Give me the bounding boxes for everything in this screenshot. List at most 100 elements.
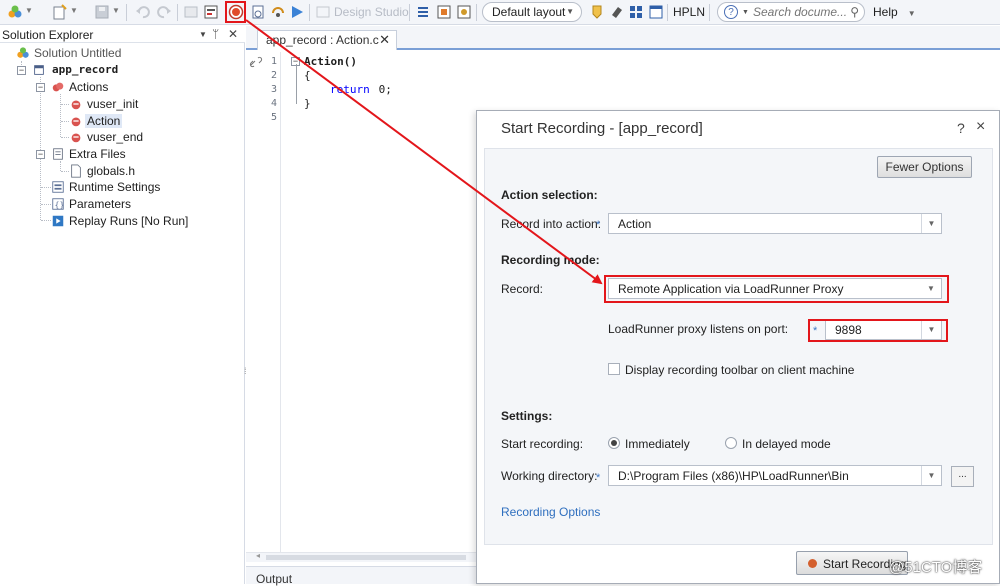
script-icon (34, 65, 44, 75)
svg-text:{}: {} (55, 201, 65, 210)
design-studio-icon[interactable] (315, 4, 331, 20)
line-number: 1 (271, 56, 278, 67)
field-label: Working directory: (501, 469, 598, 483)
scrollbar-thumb[interactable] (266, 555, 466, 560)
tree-item-label: Runtime Settings (69, 180, 161, 194)
tree-item-actions-folder[interactable]: − Actions (0, 79, 245, 96)
save-icon[interactable] (94, 4, 110, 20)
checkbox-label: Display recording toolbar on client mach… (625, 363, 855, 377)
close-icon[interactable]: × (976, 118, 985, 136)
runtime-data-icon[interactable] (456, 4, 472, 20)
action-icon (71, 133, 81, 143)
toolbar-separator (709, 4, 710, 21)
new-script-dropdown-icon[interactable]: ▼ (70, 6, 78, 15)
chevron-down-icon: ▼ (907, 9, 916, 18)
section-heading: Recording mode: (501, 253, 600, 267)
replay-icon[interactable] (289, 4, 305, 20)
code-keyword: return (330, 83, 370, 96)
scroll-left-icon[interactable]: ◂ (256, 551, 260, 560)
tree-item-label: Actions (69, 80, 109, 94)
browse-button[interactable]: ... (951, 466, 974, 487)
parameters-icon: {} (52, 198, 65, 210)
pin-icon[interactable]: ᛘ (212, 27, 219, 41)
display-toolbar-checkbox[interactable] (608, 363, 620, 375)
settings-icon (52, 181, 64, 193)
proxy-port-highlight (808, 319, 948, 342)
tree-item-action[interactable]: vuser_init (0, 96, 245, 113)
new-script-icon[interactable] (52, 4, 68, 20)
code-editor[interactable]: 1 2 3 4 5 − Action() { return 0; } (246, 52, 476, 552)
save-dropdown-icon[interactable]: ▼ (112, 6, 120, 15)
action-icon (71, 100, 81, 110)
tree-item-replay-runs[interactable]: Replay Runs [No Run] (0, 213, 245, 230)
chevron-down-icon[interactable]: ▼ (921, 466, 941, 485)
replay-runs-icon (52, 215, 64, 227)
steps-list-icon[interactable] (415, 4, 431, 20)
snapshot-icon[interactable] (436, 4, 452, 20)
eraser-icon[interactable] (609, 4, 625, 20)
working-directory-select[interactable]: D:\Program Files (x86)\HP\LoadRunner\Bin… (608, 465, 942, 486)
close-icon[interactable]: ✕ (228, 27, 238, 41)
code-line: Action() (304, 55, 357, 68)
tree-item-label: globals.h (87, 164, 136, 178)
dialog-title: Start Recording - [app_record] (501, 120, 703, 137)
radio-label: In delayed mode (742, 437, 831, 451)
help-icon[interactable]: ? (957, 120, 965, 136)
select-value: D:\Program Files (x86)\HP\LoadRunner\Bin (618, 469, 849, 483)
delayed-mode-radio[interactable] (725, 437, 737, 449)
horizontal-scrollbar[interactable]: ◂ (246, 551, 476, 562)
code-line: 0; (372, 83, 392, 96)
search-input[interactable] (753, 5, 847, 19)
chevron-down-icon[interactable]: ▼ (921, 214, 941, 233)
toolbar-separator (667, 4, 668, 21)
record-into-action-select[interactable]: Action ▼ (608, 213, 942, 234)
panel-menu-icon[interactable]: ▼ (199, 30, 207, 39)
tree-item-solution[interactable]: Solution Untitled (0, 45, 245, 62)
solution-icon (17, 47, 29, 58)
output-panel-bar[interactable]: Output (246, 566, 476, 586)
editor-tab[interactable]: app_record : Action.c ✕ (257, 30, 397, 50)
tree-item-file[interactable]: globals.h (0, 163, 245, 180)
tree-item-runtime-settings[interactable]: Runtime Settings (0, 179, 245, 196)
redo-icon[interactable] (156, 4, 172, 20)
new-solution-icon[interactable] (7, 4, 23, 20)
record-mode-highlight (604, 275, 949, 303)
new-solution-dropdown-icon[interactable]: ▼ (25, 6, 33, 15)
tree-item-script[interactable]: − app_record (0, 62, 245, 79)
badge-icon[interactable] (589, 4, 605, 20)
design-studio-button[interactable]: Design Studio (334, 5, 409, 19)
help-menu-label: Help (873, 5, 898, 19)
actions-folder-icon (52, 82, 64, 92)
layout-select[interactable]: Default layout ▼ (482, 2, 582, 22)
recording-options-icon[interactable] (250, 4, 266, 20)
immediately-radio[interactable] (608, 437, 620, 449)
editor-tab-bar: app_record : Action.c ✕ (246, 26, 1000, 50)
chevron-down-icon: ▼ (566, 7, 574, 16)
collapse-icon[interactable]: − (36, 150, 45, 159)
tree-item-action-selected[interactable]: Action (0, 113, 245, 130)
required-marker: * (596, 472, 601, 484)
collapse-icon[interactable]: − (36, 83, 45, 92)
script-view-icon[interactable] (203, 4, 219, 20)
recording-options-link[interactable]: Recording Options (501, 505, 600, 519)
section-heading: Action selection: (501, 188, 598, 202)
help-menu[interactable]: Help ▼ (873, 5, 916, 19)
tree-item-parameters[interactable]: {} Parameters (0, 196, 245, 213)
link-icon (249, 56, 263, 68)
chevron-down-icon[interactable]: ▼ (742, 9, 749, 16)
close-icon[interactable]: ✕ (379, 32, 390, 48)
search-box[interactable]: ? ▼ ⚲ (717, 2, 865, 22)
tree-item-label: Action (85, 114, 123, 128)
fewer-options-button[interactable]: Fewer Options (877, 156, 972, 178)
help-scope-icon[interactable]: ? (724, 5, 738, 19)
tree-item-action[interactable]: vuser_end (0, 129, 245, 146)
regenerate-icon[interactable] (270, 4, 286, 20)
window-icon[interactable] (648, 4, 664, 20)
undo-icon[interactable] (135, 4, 151, 20)
tree-item-extra-files[interactable]: − Extra Files (0, 146, 245, 163)
collapse-icon[interactable]: − (17, 66, 26, 75)
grid-layout-icon[interactable] (628, 4, 644, 20)
hpln-button[interactable]: HPLN (673, 5, 705, 19)
compile-icon[interactable] (183, 4, 199, 20)
search-icon[interactable]: ⚲ (850, 5, 859, 19)
